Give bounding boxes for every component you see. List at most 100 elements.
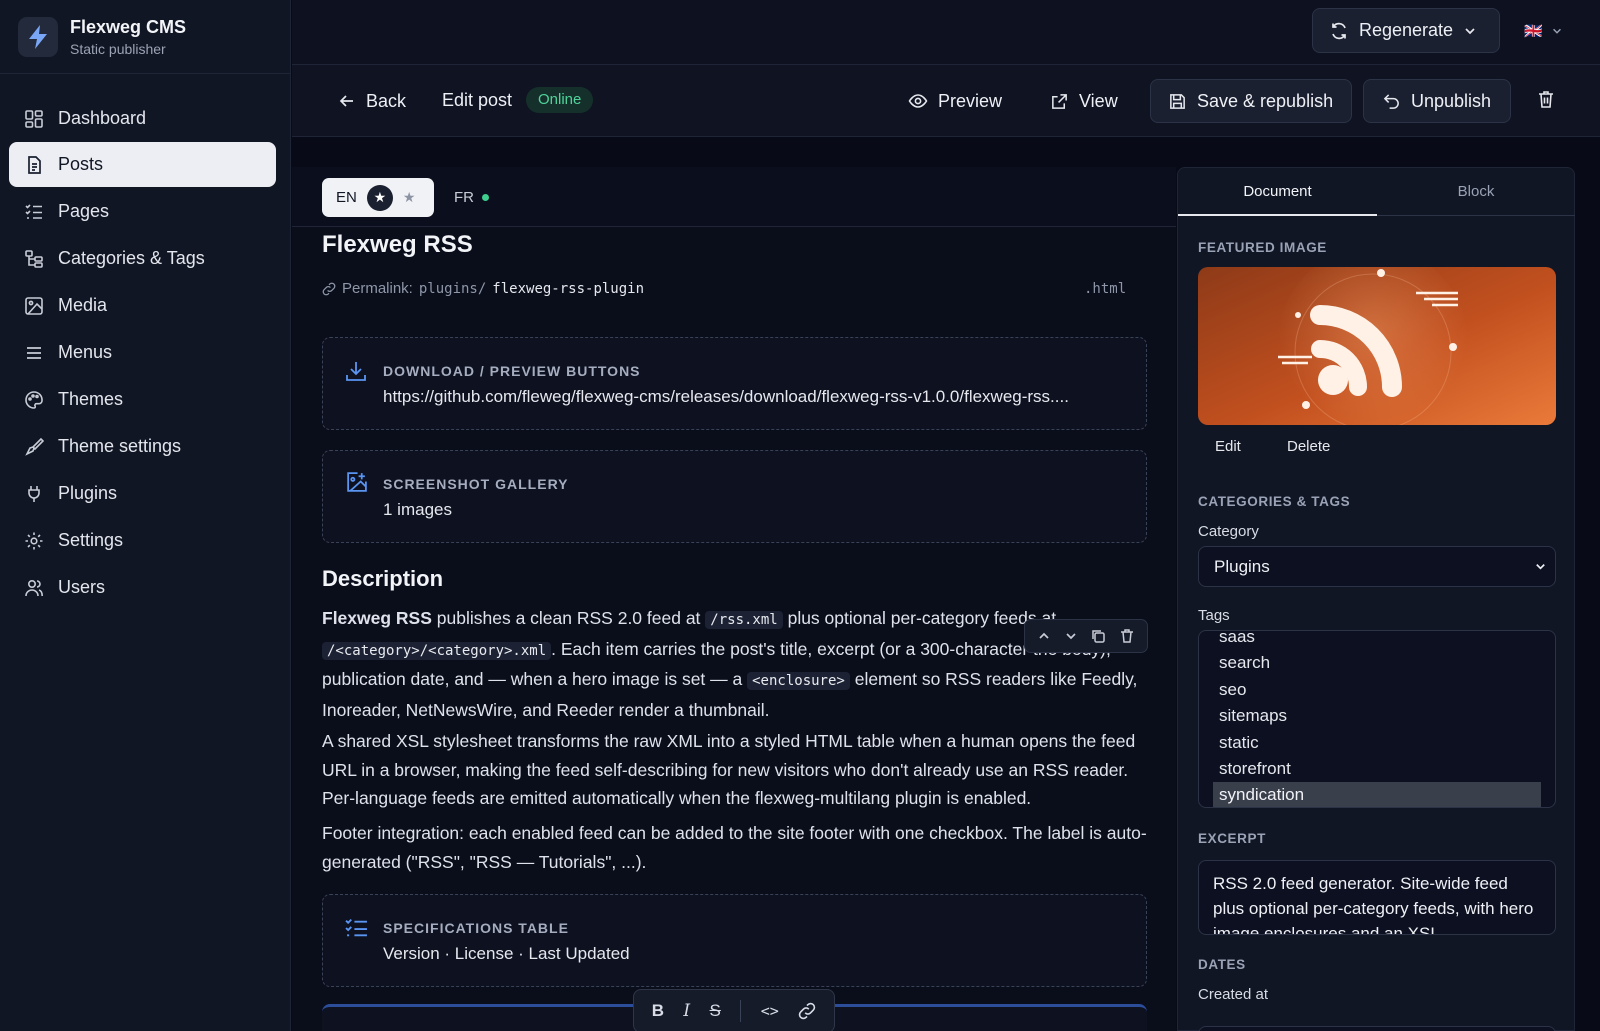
sidebar-item-label: Posts: [58, 154, 104, 174]
brand[interactable]: Flexweg CMS Static publisher: [0, 0, 290, 74]
download-block[interactable]: DOWNLOAD / PREVIEW BUTTONS https://githu…: [322, 337, 1147, 430]
back-button[interactable]: Back: [338, 87, 406, 115]
star-icon[interactable]: ★: [403, 189, 416, 206]
sidebar-item-plugins[interactable]: Plugins: [9, 471, 276, 516]
specifications-block[interactable]: SPECIFICATIONS TABLE Version · License ·…: [322, 894, 1147, 987]
category-select[interactable]: Plugins: [1198, 546, 1556, 587]
tab-block[interactable]: Block: [1377, 168, 1575, 216]
sidebar-item-categories-tags[interactable]: Categories & Tags: [9, 236, 276, 281]
italic-icon[interactable]: I: [683, 1001, 690, 1021]
sidebar-item-settings[interactable]: Settings: [9, 518, 276, 563]
preview-button[interactable]: Preview: [908, 87, 1002, 115]
gallery-block[interactable]: SCREENSHOT GALLERY 1 images: [322, 450, 1147, 543]
menu-icon: [27, 346, 41, 359]
list-icon: [25, 203, 42, 219]
delete-post-button[interactable]: [1536, 89, 1556, 109]
sidebar-item-label: Themes: [58, 389, 124, 409]
copy-icon[interactable]: [1090, 628, 1106, 644]
lang-tab-en[interactable]: EN ★ ★: [322, 178, 434, 217]
save-icon: [1170, 93, 1185, 109]
description-heading[interactable]: Description: [322, 566, 443, 592]
sidebar-item-media[interactable]: Media: [9, 283, 276, 328]
status-dot-icon: [482, 194, 489, 201]
strong-text: Flexweg RSS: [322, 608, 432, 628]
description-paragraph-3[interactable]: Footer integration: each enabled feed ca…: [322, 819, 1152, 876]
checklist-icon: [345, 918, 367, 937]
tag-option-selected[interactable]: syndication: [1213, 782, 1541, 807]
chevron-down-icon: [1465, 27, 1475, 34]
created-at-label: Created at: [1198, 986, 1269, 1003]
regenerate-button[interactable]: Regenerate: [1312, 8, 1500, 53]
unpublish-button[interactable]: Unpublish: [1363, 79, 1511, 123]
sidebar-item-label: Settings: [58, 530, 124, 550]
lang-code: FR: [454, 189, 474, 206]
sidebar-item-menus[interactable]: Menus: [9, 330, 276, 375]
language-tabs: EN ★ ★ FR: [292, 167, 1176, 227]
inline-code: /rss.xml: [705, 611, 783, 629]
view-label: View: [1079, 90, 1118, 111]
tag-option[interactable]: saas: [1219, 631, 1255, 647]
sidebar-item-label: Theme settings: [58, 436, 182, 456]
bold-icon[interactable]: B: [652, 1001, 664, 1021]
chevron-down-icon: [1552, 28, 1561, 34]
link-icon[interactable]: [798, 1002, 816, 1020]
tag-option[interactable]: storefront: [1219, 759, 1291, 779]
sidebar-item-dashboard[interactable]: Dashboard: [9, 96, 276, 141]
permalink-extension: .html: [1084, 281, 1127, 297]
sidebar-item-label: Pages: [58, 201, 110, 221]
uk-flag-icon: 🇬🇧: [1524, 23, 1543, 40]
sidebar-item-posts[interactable]: Posts: [9, 142, 276, 187]
top-bar: Regenerate 🇬🇧: [292, 0, 1600, 65]
divider: [740, 1000, 742, 1022]
app-subtitle: Static publisher: [70, 40, 166, 57]
save-republish-button[interactable]: Save & republish: [1150, 79, 1352, 123]
lightning-logo-icon: [18, 16, 58, 57]
tag-option[interactable]: sitemaps: [1219, 706, 1287, 726]
excerpt-value: RSS 2.0 feed generator. Site-wide feed p…: [1213, 874, 1534, 935]
star-filled-icon[interactable]: ★: [366, 184, 393, 211]
tags-multiselect[interactable]: saas search seo sitemaps static storefro…: [1198, 630, 1556, 808]
block-title: SPECIFICATIONS TABLE: [383, 920, 569, 936]
tab-document[interactable]: Document: [1178, 168, 1377, 216]
tag-option[interactable]: static: [1219, 733, 1259, 753]
featured-image-label: FEATURED IMAGE: [1198, 240, 1327, 255]
delete-image-button[interactable]: Delete: [1287, 438, 1330, 455]
language-switcher[interactable]: 🇬🇧: [1524, 18, 1563, 44]
back-label: Back: [366, 90, 407, 111]
sidebar-item-pages[interactable]: Pages: [9, 189, 276, 234]
description-paragraph-2[interactable]: A shared XSL stylesheet transforms the r…: [322, 727, 1152, 813]
palette-icon: [25, 390, 43, 409]
chevron-up-icon[interactable]: [1037, 629, 1051, 643]
chevron-down-icon[interactable]: [1064, 629, 1078, 643]
text-run: plus optional per-category feeds at: [782, 608, 1057, 628]
edit-image-button[interactable]: Edit: [1215, 438, 1241, 455]
strikethrough-icon[interactable]: S: [710, 1001, 721, 1021]
code-icon[interactable]: <>: [761, 1002, 779, 1020]
trash-icon: [1539, 91, 1553, 108]
created-at-input[interactable]: [1198, 1026, 1556, 1031]
text-run: publishes a clean RSS 2.0 feed at: [431, 608, 706, 628]
block-value: Version · License · Last Updated: [383, 944, 630, 963]
trash-icon[interactable]: [1119, 628, 1135, 644]
settings-panel: Document Block FEATURED IMAGE Edit Delet…: [1177, 167, 1575, 1031]
permalink-prefix: plugins/: [418, 280, 487, 297]
brush-icon: [25, 437, 44, 456]
post-title[interactable]: Flexweg RSS: [322, 231, 473, 259]
dashboard-icon: [25, 109, 43, 128]
view-button[interactable]: View: [1050, 87, 1118, 115]
sidebar-item-label: Menus: [58, 342, 113, 362]
editor-toolbar: Back Edit post Online Preview View Save …: [292, 65, 1600, 137]
tag-option[interactable]: seo: [1219, 680, 1246, 700]
tag-option[interactable]: search: [1219, 653, 1270, 673]
featured-image[interactable]: [1198, 267, 1556, 425]
excerpt-textarea[interactable]: RSS 2.0 feed generator. Site-wide feed p…: [1198, 860, 1556, 935]
permalink-label: Permalink:: [342, 280, 413, 297]
permalink-slug-input[interactable]: flexweg-rss-plugin: [492, 281, 644, 297]
block-title: SCREENSHOT GALLERY: [383, 476, 569, 492]
sidebar-item-users[interactable]: Users: [9, 565, 276, 610]
sidebar-item-theme-settings[interactable]: Theme settings: [9, 424, 276, 469]
sidebar-item-label: Categories & Tags: [58, 248, 205, 268]
lang-tab-fr[interactable]: FR: [454, 178, 489, 217]
sidebar-item-themes[interactable]: Themes: [9, 377, 276, 422]
inline-code: <enclosure>: [747, 672, 850, 690]
